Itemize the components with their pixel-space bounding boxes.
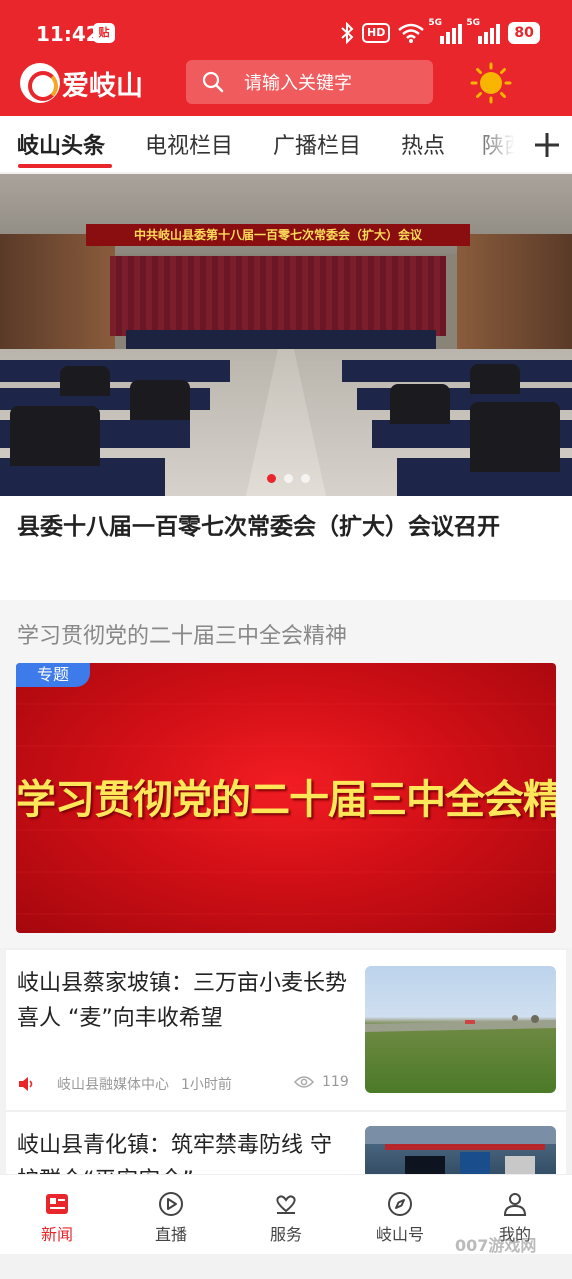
tab-hot[interactable]: 热点 (401, 128, 445, 160)
speaker-icon[interactable] (17, 1075, 35, 1093)
tab-qishan-headlines[interactable]: 岐山头条 (17, 128, 105, 160)
user-icon (503, 1193, 527, 1216)
attendee (470, 364, 520, 394)
news-icon (46, 1194, 68, 1214)
news-meta: 岐山县融媒体中心 1小时前 (17, 1074, 232, 1094)
nav-label: 直播 (154, 1225, 187, 1244)
app-header: 11:42 贴 HD 5G 5G 80 爱岐山 请输入关键字 (0, 0, 572, 116)
news-list: 岐山县蔡家坡镇：三万亩小麦长势喜人 “麦”向丰收希望 岐山县融媒体中心 1小时前… (6, 948, 566, 1174)
search-placeholder: 请输入关键字 (244, 73, 352, 94)
tab-tv-programs[interactable]: 电视栏目 (145, 128, 233, 160)
carousel-dot[interactable] (267, 474, 276, 483)
nav-label: 新闻 (40, 1225, 73, 1244)
hd-icon: HD (362, 23, 391, 43)
battery-icon: 80 (508, 22, 540, 44)
nav-label: 服务 (269, 1225, 302, 1244)
banner-photo-curtain (110, 256, 446, 336)
attendee (130, 380, 190, 420)
topic-banner[interactable]: 学习贯彻党的二十届三中全会精神 专题 (16, 663, 556, 933)
headline-carousel[interactable]: 中共岐山县委第十八届一百零七次常委会（扩大）会议 (0, 174, 572, 496)
topic-section: 学习贯彻党的二十届三中全会精神 学习贯彻党的二十届三中全会精神 专题 (0, 600, 572, 948)
bluetooth-icon (341, 22, 354, 44)
carousel-dot[interactable] (284, 474, 293, 483)
news-views: 119 (294, 1074, 349, 1090)
nav-news[interactable]: 新闻 (0, 1175, 114, 1255)
attendee (10, 406, 100, 466)
wheat-field-image (365, 1015, 556, 1032)
attendee (60, 366, 110, 396)
service-icon (276, 1195, 296, 1214)
system-home-area (0, 1254, 572, 1279)
list-item[interactable]: 岐山县青化镇：筑牢禁毒防线 守护群众“平安安全” (6, 1112, 566, 1174)
topic-banner-text: 学习贯彻党的二十届三中全会精神 (16, 777, 556, 823)
status-bar: 11:42 贴 HD 5G 5G 80 (0, 0, 572, 50)
street-event-image (365, 1126, 556, 1174)
signal-2-icon: 5G (466, 18, 501, 44)
nav-qishan-account[interactable]: 岐山号 (343, 1175, 457, 1255)
headline-title: 县委十八届一百零七次常委会（扩大）会议召开 (17, 514, 500, 540)
news-thumbnail (365, 1126, 556, 1174)
active-tab-indicator (18, 164, 112, 168)
play-icon (159, 1192, 183, 1216)
logo-text: 爱岐山 (62, 70, 143, 102)
view-count: 119 (322, 1074, 349, 1090)
headline-card[interactable]: 县委十八届一百零七次常委会（扩大）会议召开 (0, 496, 572, 600)
signal-1-icon: 5G (428, 18, 463, 44)
seat-row (0, 360, 230, 382)
status-time: 11:42 (36, 22, 100, 46)
add-channel-icon[interactable] (532, 130, 562, 160)
topic-tag: 专题 (16, 663, 90, 687)
carousel-indicator (267, 474, 310, 483)
nav-label: 岐山号 (375, 1225, 424, 1244)
nav-service[interactable]: 服务 (229, 1175, 343, 1255)
logo-mark-icon (20, 63, 60, 103)
attendee (470, 402, 560, 472)
nav-live[interactable]: 直播 (114, 1175, 228, 1255)
tab-radio-programs[interactable]: 广播栏目 (273, 128, 361, 160)
sun-icon[interactable] (470, 62, 512, 104)
news-time: 1小时前 (181, 1077, 232, 1093)
news-title: 岐山县青化镇：筑牢禁毒防线 守护群众“平安安全” (17, 1133, 332, 1174)
notification-badge: 贴 (93, 23, 115, 43)
seat-row (342, 360, 572, 382)
app-logo[interactable]: 爱岐山 (20, 62, 160, 104)
banner-photo-sign: 中共岐山县委第十八届一百零七次常委会（扩大）会议 (86, 224, 470, 246)
search-icon (202, 71, 224, 93)
carousel-dot[interactable] (301, 474, 310, 483)
attendee (390, 384, 450, 424)
channel-tabs: 岐山头条 电视栏目 广播栏目 热点 陕西 (0, 116, 572, 172)
list-item[interactable]: 岐山县蔡家坡镇：三万亩小麦长势喜人 “麦”向丰收希望 岐山县融媒体中心 1小时前… (6, 950, 566, 1112)
compass-icon (388, 1192, 412, 1216)
news-title: 岐山县蔡家坡镇：三万亩小麦长势喜人 “麦”向丰收希望 (17, 971, 348, 1031)
watermark: 007游戏网 (455, 1236, 537, 1255)
search-input[interactable]: 请输入关键字 (186, 60, 433, 104)
eye-icon (294, 1076, 314, 1088)
news-source: 岐山县融媒体中心 (57, 1077, 169, 1093)
topic-section-title: 学习贯彻党的二十届三中全会精神 (17, 624, 348, 649)
wifi-icon (398, 23, 425, 43)
news-thumbnail (365, 966, 556, 1093)
status-icons: HD 5G 5G 80 (340, 18, 540, 46)
